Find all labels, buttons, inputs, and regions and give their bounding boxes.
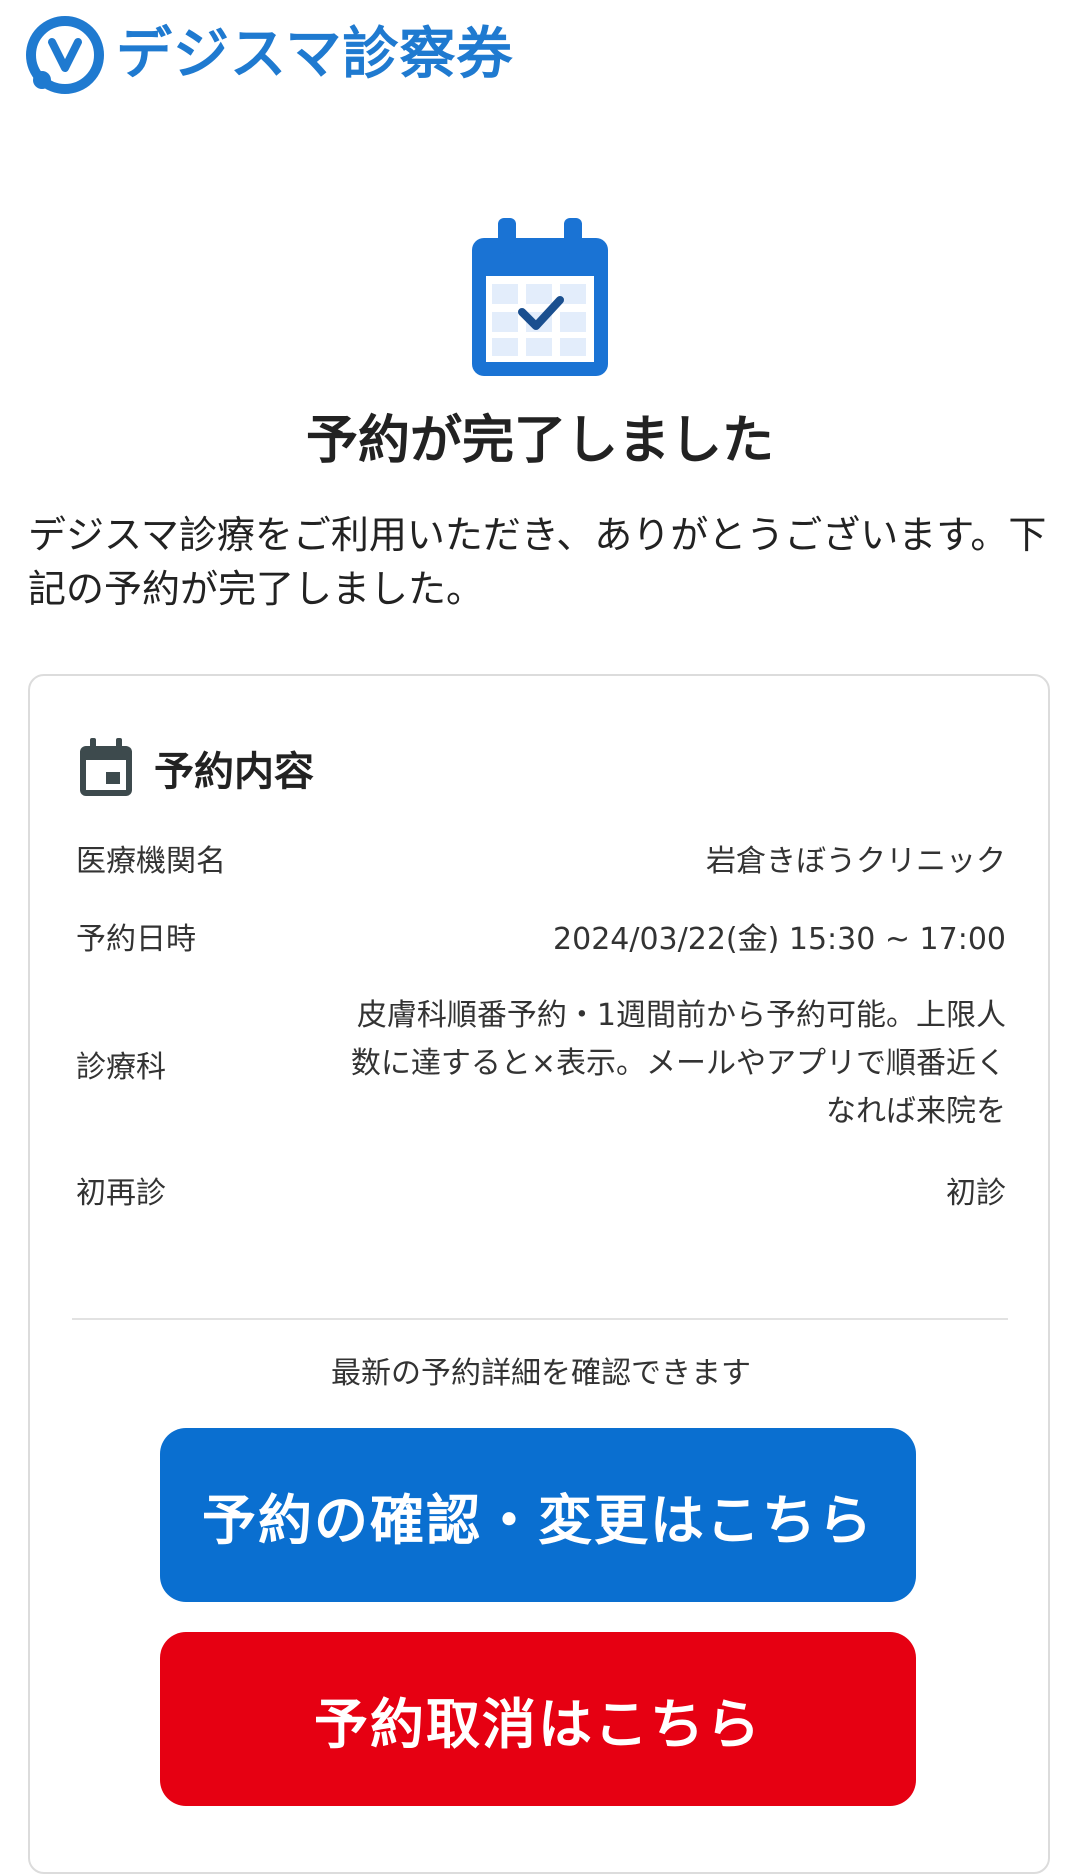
row-value: 初診 (946, 1176, 1006, 1211)
brand-logo[interactable]: デジスマ診察券 (24, 14, 513, 96)
app-header: デジスマ診察券 (0, 0, 1080, 110)
divider (72, 1318, 1008, 1320)
row-label: 診療科 (76, 1050, 166, 1085)
calendar-check-icon (472, 218, 608, 376)
reservation-card: 予約内容 医療機関名 岩倉きぼうクリニック 予約日時 2024/03/22(金)… (28, 674, 1050, 1874)
row-clinic: 医療機関名 岩倉きぼうクリニック (76, 836, 1006, 880)
cancel-reservation-button[interactable]: 予約取消はこちら (160, 1632, 916, 1806)
row-label: 医療機関名 (76, 844, 226, 879)
confirm-change-button[interactable]: 予約の確認・変更はこちら (160, 1428, 916, 1602)
details-note: 最新の予約詳細を確認できます (331, 1356, 751, 1391)
card-header: 予約内容 (78, 738, 314, 798)
row-label: 初再診 (76, 1176, 166, 1211)
logo-text: デジスマ診察券 (116, 22, 514, 87)
row-value: 岩倉きぼうクリニック (706, 844, 1006, 879)
row-value: 2024/03/22(金) 15:30 ~ 17:00 (553, 922, 1006, 957)
row-label: 予約日時 (76, 922, 196, 957)
stethoscope-logo-icon (26, 16, 104, 94)
card-title: 予約内容 (154, 749, 314, 795)
calendar-icon (80, 738, 132, 796)
row-department: 診療科 皮膚科順番予約・1週間前から予約可能。上限人数に達すると×表示。メールや… (76, 992, 1006, 1136)
row-visit-type: 初再診 初診 (76, 1168, 1006, 1212)
intro-text: デジスマ診療をご利用いただき、ありがとうございます。下記の予約が完了しました。 (28, 513, 1047, 611)
row-value: 皮膚科順番予約・1週間前から予約可能。上限人数に達すると×表示。メールやアプリで… (350, 998, 1006, 1129)
row-datetime: 予約日時 2024/03/22(金) 15:30 ~ 17:00 (76, 914, 1006, 958)
page-title: 予約が完了しました (305, 411, 774, 471)
